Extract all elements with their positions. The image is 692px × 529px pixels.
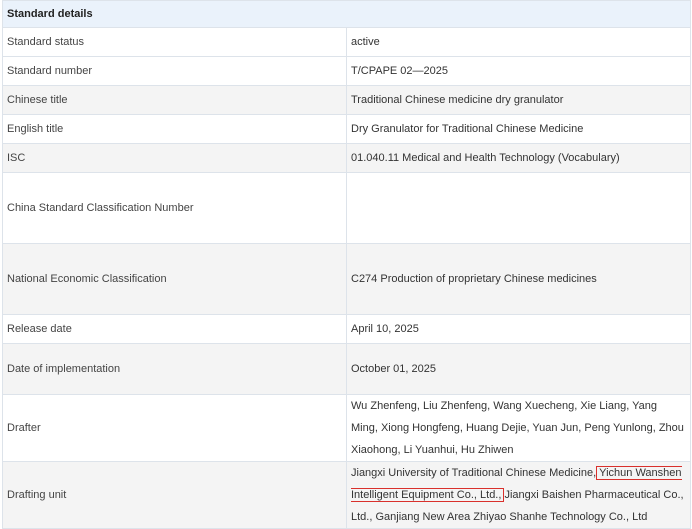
table-row: ISC 01.040.11 Medical and Health Technol… — [2, 143, 691, 173]
row-value: Traditional Chinese medicine dry granula… — [346, 85, 691, 115]
standard-details-table: Standard details Standard status active … — [2, 0, 691, 529]
table-row: English title Dry Granulator for Traditi… — [2, 114, 691, 144]
row-label: ISC — [2, 143, 347, 173]
table-row: Standard status active — [2, 27, 691, 57]
row-label: Drafting unit — [2, 461, 347, 529]
row-label: English title — [2, 114, 347, 144]
row-value: Jiangxi University of Traditional Chines… — [346, 461, 691, 529]
row-value — [346, 172, 691, 244]
row-value: C274 Production of proprietary Chinese m… — [346, 243, 691, 315]
row-label: Chinese title — [2, 85, 347, 115]
table-row: Standard number T/CPAPE 02—2025 — [2, 56, 691, 86]
row-value: 01.040.11 Medical and Health Technology … — [346, 143, 691, 173]
row-label: Drafter — [2, 394, 347, 462]
row-label: China Standard Classification Number — [2, 172, 347, 244]
row-value: Wu Zhenfeng, Liu Zhenfeng, Wang Xuecheng… — [346, 394, 691, 462]
row-label: Standard number — [2, 56, 347, 86]
row-value: T/CPAPE 02—2025 — [346, 56, 691, 86]
row-value: April 10, 2025 — [346, 314, 691, 344]
row-label: National Economic Classification — [2, 243, 347, 315]
row-value: Dry Granulator for Traditional Chinese M… — [346, 114, 691, 144]
table-header-row: Standard details — [2, 0, 691, 28]
table-row: Drafting unit Jiangxi University of Trad… — [2, 461, 691, 529]
row-value: active — [346, 27, 691, 57]
row-label: Release date — [2, 314, 347, 344]
row-label: Standard status — [2, 27, 347, 57]
table-row: Chinese title Traditional Chinese medici… — [2, 85, 691, 115]
table-row: China Standard Classification Number — [2, 172, 691, 244]
row-label: Date of implementation — [2, 343, 347, 395]
table-row: Date of implementation October 01, 2025 — [2, 343, 691, 395]
table-row: Release date April 10, 2025 — [2, 314, 691, 344]
table-row: Drafter Wu Zhenfeng, Liu Zhenfeng, Wang … — [2, 394, 691, 462]
drafting-unit-text: Jiangxi University of Traditional Chines… — [351, 467, 597, 479]
table-row: National Economic Classification C274 Pr… — [2, 243, 691, 315]
row-value: October 01, 2025 — [346, 343, 691, 395]
section-title: Standard details — [2, 0, 691, 28]
